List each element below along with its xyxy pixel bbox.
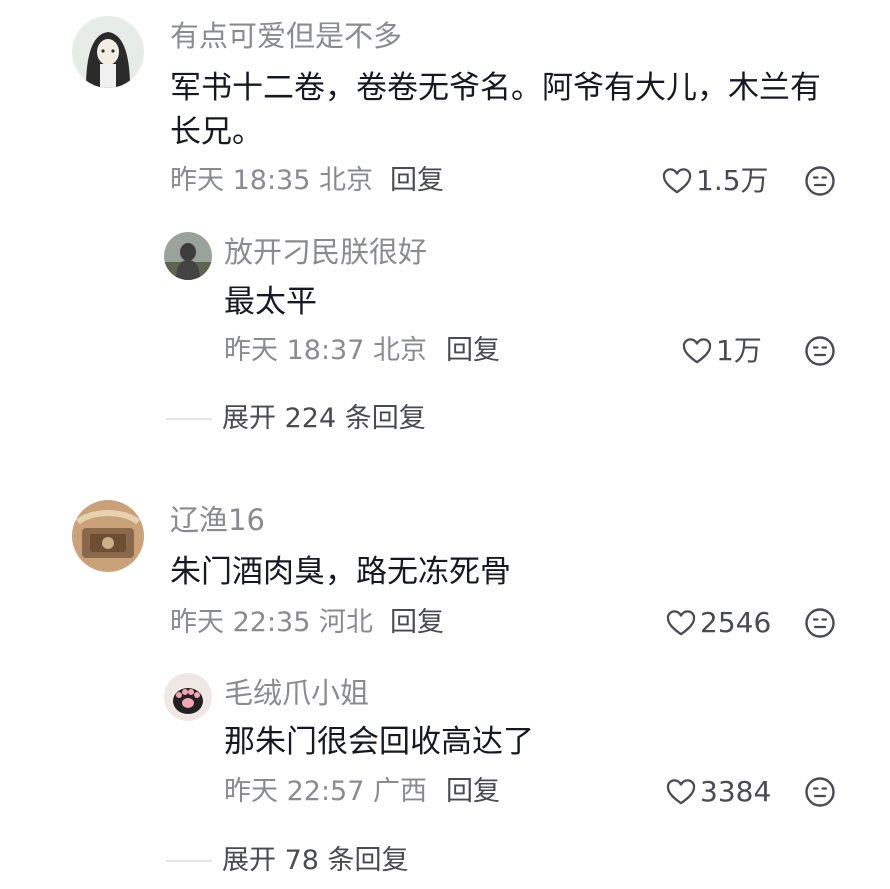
comment-meta: 昨天 22:35 河北 [170,607,373,638]
comment-text: 朱门酒肉臭，路无冻死骨 [170,554,511,590]
heart-outline-icon [666,609,696,637]
divider [166,860,212,862]
reply-text: 最太平 [224,284,317,320]
comment-username[interactable]: 辽渔16 [170,502,265,538]
reply-meta: 昨天 22:57 广西 [224,776,427,807]
reply-button[interactable]: 回复 [446,334,500,368]
reply-text: 那朱门很会回收高达了 [224,724,534,760]
heart-outline-icon [662,167,692,195]
meh-face-icon[interactable] [804,335,836,367]
expand-replies-label: 展开 224 条回复 [222,403,426,434]
meh-face-icon[interactable] [804,165,836,197]
like-count: 1万 [716,334,762,367]
reply-username[interactable]: 放开刁民朕很好 [224,234,427,270]
heart-outline-icon [682,337,712,365]
like-count: 2546 [700,606,772,639]
meh-face-icon[interactable] [804,776,836,808]
like-button[interactable]: 2546 [666,606,771,640]
avatar[interactable] [164,232,212,280]
reply-username[interactable]: 毛绒爪小姐 [224,675,369,711]
avatar[interactable] [72,500,144,572]
heart-outline-icon [666,778,696,806]
reply-meta: 昨天 18:37 北京 [224,335,427,366]
comment-meta: 昨天 18:35 北京 [170,165,373,196]
avatar[interactable] [164,673,212,721]
reply-button[interactable]: 回复 [390,606,444,640]
comment-text: 军书十二卷，卷卷无爷名。阿爷有大儿，木兰有长兄。 [170,70,821,150]
reply-button[interactable]: 回复 [446,775,500,809]
like-button[interactable]: 3384 [666,775,771,809]
expand-replies-button[interactable]: 展开 224 条回复 [166,402,426,436]
comment-username[interactable]: 有点可爱但是不多 [170,18,402,54]
like-button[interactable]: 1.5万 [662,164,769,198]
expand-replies-button[interactable]: 展开 78 条回复 [166,844,409,878]
avatar[interactable] [72,16,144,88]
like-button[interactable]: 1万 [682,334,762,368]
meh-face-icon[interactable] [804,607,836,639]
divider [166,418,212,420]
like-count: 1.5万 [696,164,769,197]
reply-button[interactable]: 回复 [390,164,444,198]
like-count: 3384 [700,775,772,808]
expand-replies-label: 展开 78 条回复 [222,845,409,876]
